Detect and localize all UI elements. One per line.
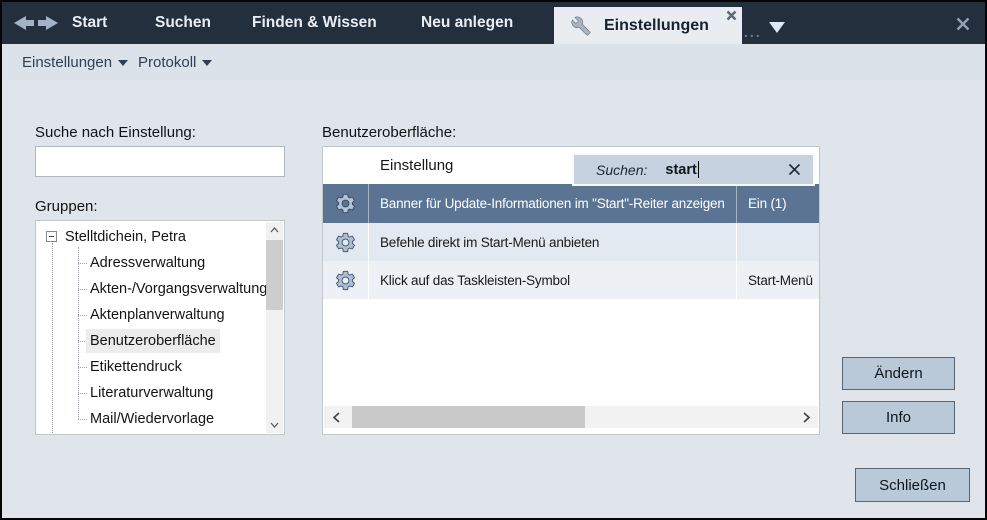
search-clear-icon[interactable] [788, 163, 801, 176]
menu-einstellungen-label: Einstellungen [22, 54, 112, 71]
settings-table: Einstellung Suchen: start Banner für Upd… [322, 146, 820, 435]
column-header-label: Einstellung [380, 157, 453, 174]
scroll-right-icon[interactable] [794, 406, 818, 428]
tree-scrollbar-thumb[interactable] [266, 240, 283, 310]
tree-item-adressverwaltung[interactable]: Adressverwaltung [86, 251, 209, 275]
forward-arrow-icon [38, 16, 58, 30]
back-arrow-icon [14, 16, 34, 30]
tab-overflow-dots[interactable]: ... [744, 24, 762, 40]
table-row[interactable]: Banner für Update-Informationen im "Star… [323, 184, 819, 223]
tree-item-aktenplanverwaltung[interactable]: Aktenplanverwaltung [86, 303, 229, 327]
table-search-label: Suchen: [596, 162, 647, 178]
setting-gear-icon [323, 261, 369, 299]
chevron-down-icon [118, 60, 128, 66]
setting-gear-icon [323, 223, 369, 261]
setting-value: Ein (1) [736, 184, 819, 223]
table-search-value[interactable]: start [665, 162, 696, 178]
tab-finden-wissen[interactable]: Finden & Wissen [252, 2, 377, 44]
scroll-down-icon[interactable] [266, 417, 283, 433]
change-button[interactable]: Ändern [842, 357, 955, 390]
wrench-icon [571, 16, 591, 36]
setting-name: Banner für Update-Informationen im "Star… [369, 184, 736, 223]
tab-suchen[interactable]: Suchen [155, 2, 211, 44]
tree-item-mail-wiedervorlage[interactable]: Mail/Wiedervorlage [86, 407, 218, 431]
tab-close-icon[interactable] [726, 10, 737, 21]
table-search-box[interactable]: Suchen: start [572, 153, 815, 186]
table-scrollbar-thumb[interactable] [352, 406, 585, 428]
setting-gear-icon [323, 184, 369, 223]
menu-einstellungen[interactable]: Einstellungen [22, 54, 128, 71]
tree-vertical-scrollbar[interactable] [266, 222, 283, 433]
menu-protokoll[interactable]: Protokoll [138, 54, 212, 71]
tree-item-literaturverwaltung[interactable]: Literaturverwaltung [86, 381, 217, 405]
chevron-down-icon [202, 60, 212, 66]
table-horizontal-scrollbar[interactable] [324, 406, 818, 428]
tab-einstellungen-active[interactable]: Einstellungen [554, 7, 742, 44]
setting-value: Start-Menü [736, 261, 819, 299]
window-close-icon[interactable] [955, 16, 971, 32]
search-setting-label: Suche nach Einstellung: [35, 124, 196, 141]
table-row[interactable]: Klick auf das Taskleisten-Symbol Start-M… [323, 261, 819, 299]
menu-protokoll-label: Protokoll [138, 54, 196, 71]
tree-guide-line [52, 243, 53, 433]
tree-item-akten-vorgangsverwaltung[interactable]: Akten-/Vorgangsverwaltung [86, 277, 271, 301]
scroll-up-icon[interactable] [266, 222, 283, 238]
settings-window: Start Suchen Finden & Wissen Neu anlegen… [0, 0, 987, 520]
back-forward-icons[interactable] [12, 13, 60, 33]
text-cursor [698, 161, 699, 178]
setting-name: Befehle direkt im Start-Menü anbieten [369, 223, 736, 261]
scroll-left-icon[interactable] [324, 406, 348, 428]
active-tab-label: Einstellungen [604, 17, 709, 35]
tab-neu-anlegen[interactable]: Neu anlegen [421, 2, 513, 44]
top-tab-bar: Start Suchen Finden & Wissen Neu anlegen… [2, 2, 985, 44]
search-setting-input[interactable] [35, 146, 285, 177]
tree-root-label: Stelltdichein, Petra [65, 229, 186, 245]
tree-item-etikettendruck[interactable]: Etikettendruck [86, 355, 186, 379]
menu-bar: Einstellungen Protokoll [2, 44, 985, 80]
history-nav[interactable] [12, 13, 60, 38]
setting-name: Klick auf das Taskleisten-Symbol [369, 261, 736, 299]
tree-root-item[interactable]: Stelltdichein, Petra [36, 225, 284, 249]
tab-start[interactable]: Start [72, 2, 107, 44]
close-button[interactable]: Schließen [855, 468, 970, 502]
groups-label: Gruppen: [35, 198, 98, 215]
panel-label: Benutzeroberfläche: [322, 124, 456, 141]
tab-list-dropdown-icon[interactable] [769, 22, 785, 33]
groups-tree: Stelltdichein, Petra Adressverwaltung Ak… [35, 220, 285, 435]
tree-item-benutzeroberflaeche[interactable]: Benutzeroberfläche [86, 329, 220, 353]
info-button[interactable]: Info [842, 401, 955, 434]
setting-value [736, 223, 819, 261]
table-row[interactable]: Befehle direkt im Start-Menü anbieten [323, 223, 819, 261]
